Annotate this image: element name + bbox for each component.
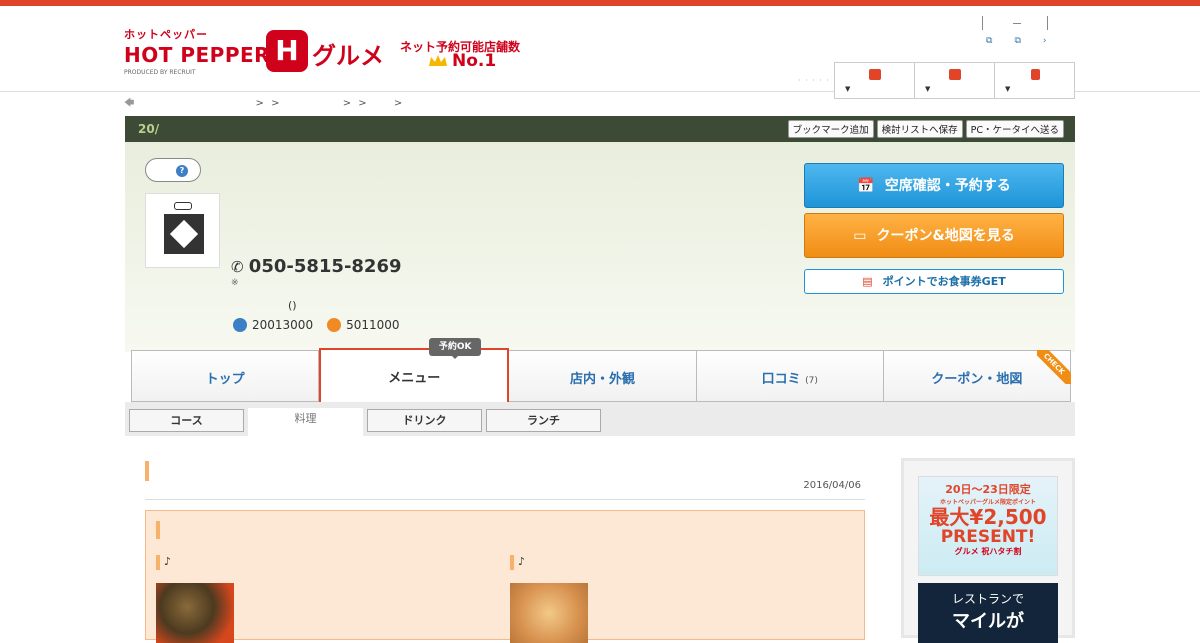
tab-coupon-map[interactable]: クーポン・地図 CHECK [883, 350, 1072, 402]
hotpepper-logo[interactable]: ホットペッパー HOT PEPPER PRODUCED BY RECRUIT [124, 26, 270, 76]
shop-tag-pill[interactable]: ? [145, 158, 201, 182]
shop-bar: 20/ ブックマーク追加 検討リストへ保存 PC・ケータイへ送る [125, 116, 1075, 142]
logo-main: HOT PEPPER [124, 43, 271, 67]
shop-info: ? ✆ 050-5815-8269 ※ () 20013000 5011000 … [125, 142, 1075, 352]
phone-note: ※ [231, 278, 239, 288]
chevron-down-icon: ▼ [925, 85, 931, 93]
tab-menu[interactable]: 予約OK メニュー [319, 338, 510, 402]
link-icon[interactable]: ⧉ [1014, 36, 1020, 46]
header-menu-user[interactable]: ▼ [995, 63, 1074, 98]
promo-banner[interactable]: 20日〜23日限定 ホットペッパーグルメ限定ポイント 最大¥2,500 PRES… [918, 476, 1058, 576]
promo-line: 最大¥2,500 [929, 505, 1047, 529]
dinner-budget: 20013000 [252, 318, 314, 332]
header-menu: ▼ ▼ ▼ [834, 62, 1075, 99]
subnav-drink[interactable]: ドリンク [367, 409, 482, 432]
subnav-food[interactable]: 料理 [248, 408, 363, 436]
promo-line: 20日〜23日限定 [945, 483, 1031, 496]
update-date: 2016/04/06 [803, 480, 861, 491]
chevron-right-icon[interactable]: › [1043, 36, 1047, 46]
breadcrumb-sep: > [271, 98, 280, 109]
breadcrumb-sep: > [358, 98, 367, 109]
divider [145, 499, 865, 500]
rank-text: No.1 [452, 51, 497, 71]
header-small-icons: ⧉ ⧉ › [986, 36, 1068, 46]
logo-sub: PRODUCED BY RECRUIT [124, 69, 196, 76]
gourmet-logo-text[interactable]: グルメ [312, 36, 384, 71]
header-menu-reserve[interactable]: ▼ [835, 63, 915, 98]
reservation-ok-badge: 予約OK [429, 338, 482, 359]
link-icon[interactable]: ⧉ [986, 36, 992, 46]
lunch-budget: 5011000 [346, 318, 400, 332]
save-list-button[interactable]: 検討リストへ保存 [876, 120, 963, 138]
item-note: ♪ [164, 555, 172, 568]
reserve-label: 空席確認・予約する [884, 178, 1011, 194]
sun-icon [327, 318, 342, 332]
send-to-phone-button[interactable]: PC・ケータイへ送る [965, 120, 1064, 138]
promo-line: グルメ 祝ハタチ割 [954, 547, 1022, 556]
breadcrumb-sep: > [393, 98, 403, 109]
breadcrumb-sep: > [255, 98, 264, 109]
miles-banner[interactable]: レストランで マイルが [918, 583, 1058, 643]
food-image[interactable] [156, 583, 234, 643]
moon-icon [233, 318, 247, 332]
calendar-icon [869, 69, 881, 80]
site-header: ホットペッパー HOT PEPPER PRODUCED BY RECRUIT H… [0, 6, 1200, 99]
reserve-button[interactable]: 📅 空席確認・予約する [804, 163, 1064, 208]
logo-kana: ホットペッパー [124, 28, 208, 41]
help-icon[interactable]: ? [176, 165, 188, 177]
crown-icon [429, 55, 447, 66]
shop-tabs: トップ 予約OK メニュー 店内・外観 口コミ (7) クーポン・地図 CHECK [131, 338, 1072, 402]
subnav-course[interactable]: コース [129, 409, 244, 432]
food-image[interactable] [510, 583, 588, 643]
shop-count: 20/ [138, 122, 160, 136]
check-ribbon: CHECK [1037, 350, 1072, 384]
section-heading-bar [156, 521, 160, 539]
ticket-icon: ▤ [862, 275, 873, 288]
calendar-check-icon: 📅 [857, 178, 875, 194]
bookmark-button[interactable]: ブックマーク追加 [787, 120, 874, 138]
subnav-lunch[interactable]: ランチ [486, 409, 601, 432]
promo-line: PRESENT! [940, 527, 1036, 547]
tab-reviews[interactable]: 口コミ (7) [696, 350, 884, 402]
coupon-label: クーポン&地図を見る [876, 228, 1015, 244]
miles-line: マイルが [952, 611, 1024, 632]
item-heading-bar [156, 555, 160, 570]
header-menu-bookmark[interactable]: ▼ [915, 63, 995, 98]
chevron-down-icon: ▼ [845, 85, 851, 93]
shop-phone[interactable]: ✆ 050-5815-8269 [231, 256, 402, 277]
point-button[interactable]: ▤ ポイントでお食事券GET [804, 269, 1064, 294]
shop-logo [145, 193, 220, 268]
menu-section: ♪ ♪ [145, 510, 865, 643]
menu-subnav: コース 料理 ドリンク ランチ [125, 402, 1075, 436]
header-dots: · · · · · · [798, 76, 837, 85]
tab-top[interactable]: トップ [131, 350, 320, 402]
tab-interior[interactable]: 店内・外観 [509, 350, 697, 402]
phone-number: 050-5815-8269 [248, 256, 402, 277]
header-links [982, 16, 1048, 30]
miles-line: レストランで [951, 592, 1024, 606]
user-icon [1031, 69, 1040, 80]
phone-icon: ✆ [231, 258, 249, 276]
coupon-map-button[interactable]: ▭ クーポン&地図を見る [804, 213, 1064, 258]
breadcrumb: 🡄 > > > > > [124, 96, 406, 113]
coupon-icon: ▭ [853, 228, 867, 244]
bookmark-icon [949, 69, 961, 80]
shop-paren: () [288, 299, 297, 312]
gourmet-h-logo[interactable]: H [266, 30, 308, 72]
budget-row: 20013000 5011000 [233, 318, 400, 332]
item-heading-bar [510, 555, 514, 570]
item-note: ♪ [518, 555, 526, 568]
menu-content: 2016/04/06 ♪ ♪ [145, 460, 865, 643]
sidebar: 20日〜23日限定 ホットペッパーグルメ限定ポイント 最大¥2,500 PRES… [901, 458, 1075, 643]
review-count: (7) [805, 376, 818, 386]
back-arrow-icon[interactable]: 🡄 [124, 98, 134, 109]
point-label: ポイントでお食事券GET [882, 275, 1006, 288]
breadcrumb-sep: > [342, 98, 352, 109]
heading-bar [145, 461, 149, 481]
chevron-down-icon: ▼ [1005, 85, 1011, 93]
